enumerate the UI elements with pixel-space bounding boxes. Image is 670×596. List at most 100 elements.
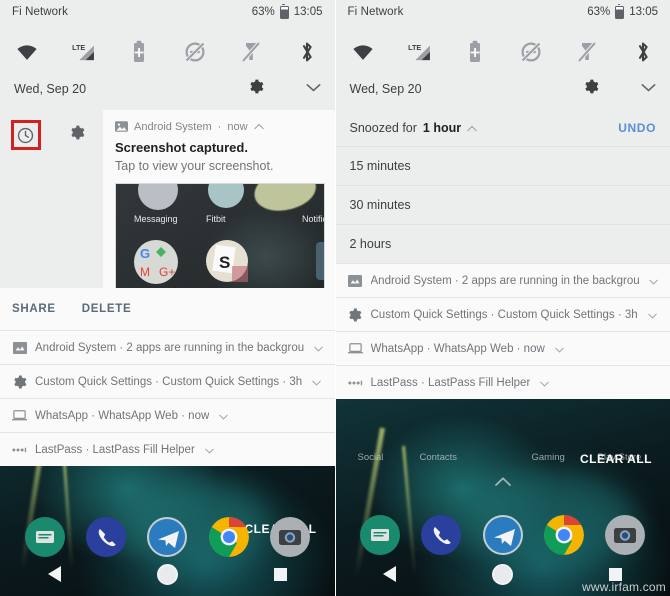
chevron-down-icon[interactable] [219, 407, 229, 425]
gear-icon[interactable] [249, 79, 264, 99]
chevron-down-icon[interactable] [540, 374, 550, 392]
flashlight-icon[interactable] [238, 39, 264, 65]
notification-row[interactable]: LastPass · LastPass Fill Helper [335, 365, 670, 399]
chevron-down-icon[interactable] [641, 80, 656, 98]
chevron-down-icon[interactable] [555, 340, 564, 358]
notification-app-name: Android System [134, 120, 212, 133]
snooze-options-list: 15 minutes 30 minutes 2 hours [335, 146, 670, 263]
image-icon [115, 120, 128, 133]
undo-button[interactable]: UNDO [618, 121, 656, 135]
chrome-icon[interactable] [544, 515, 585, 555]
snooze-option[interactable]: 2 hours [335, 224, 670, 263]
folder-label: Social [357, 452, 384, 463]
notification-row[interactable]: LastPass · LastPass Fill Helper [0, 432, 335, 467]
notification-content: Android System · now Screenshot captured… [103, 110, 335, 289]
watermark: www.irfam.com [582, 580, 666, 594]
preview-google-folder-icon: G M G+ [134, 240, 178, 285]
gear-icon [348, 307, 363, 322]
screenshot-preview[interactable]: Messaging Fitbit Notifica G M G+ [115, 183, 325, 289]
chevron-down-icon[interactable] [313, 339, 323, 357]
notification-row[interactable]: Custom Quick Settings · Custom Quick Set… [0, 364, 335, 399]
preview-label: Messaging [134, 214, 178, 225]
notification-shade: Snoozed for 1 hour UNDO 15 minutes 30 min… [335, 110, 670, 399]
delete-button[interactable]: DELETE [82, 303, 132, 315]
snooze-status-value: 1 hour [422, 121, 462, 135]
chevron-up-icon[interactable] [253, 121, 264, 133]
camera-icon[interactable] [605, 515, 646, 555]
telegram-icon[interactable] [147, 517, 188, 557]
do-not-disturb-icon[interactable] [518, 39, 544, 65]
camera-icon[interactable] [269, 517, 310, 557]
snooze-option[interactable]: 30 minutes [335, 185, 670, 224]
notification-row-text: WhatsApp · WhatsApp Web · now [370, 342, 545, 355]
chevron-down-icon[interactable] [647, 306, 657, 324]
chrome-icon[interactable] [208, 517, 249, 557]
do-not-disturb-icon[interactable] [182, 39, 208, 65]
notification-row[interactable]: Android System · 2 apps are running in t… [0, 330, 335, 365]
dots-icon [12, 442, 27, 457]
status-bar: Fi Network 63% 13:05 [335, 0, 670, 24]
clock-label: 13:05 [293, 6, 323, 18]
notification-row-text: Android System · 2 apps are running in t… [370, 274, 640, 287]
snooze-button[interactable] [0, 120, 52, 150]
notification-row[interactable]: WhatsApp · WhatsApp Web · now [335, 331, 670, 365]
telegram-icon[interactable] [482, 515, 523, 555]
wifi-icon[interactable] [14, 39, 40, 65]
notification-settings-button[interactable] [52, 120, 104, 150]
notification-row[interactable]: WhatsApp · WhatsApp Web · now [0, 398, 335, 433]
notification-row-text: LastPass · LastPass Fill Helper [35, 443, 195, 456]
right-phone-panel: Fi Network 63% 13:05 LTE Wed, Sep 20 Sno… [334, 0, 670, 596]
chevron-down-icon[interactable] [649, 272, 658, 290]
battery-percent-label: 63% [587, 6, 611, 18]
messages-icon[interactable] [360, 515, 401, 555]
gear-icon [12, 374, 27, 389]
preview-label: Fitbit [206, 214, 226, 225]
carrier-label: Fi Network [12, 6, 68, 18]
chart-icon [348, 273, 363, 288]
battery-saver-icon[interactable] [462, 39, 488, 65]
chevron-down-icon[interactable] [205, 441, 214, 459]
notification-list: Android System · 2 apps are running in t… [0, 330, 335, 467]
preview-label: Notifica [302, 214, 324, 225]
messages-icon[interactable] [24, 517, 65, 557]
home-button[interactable] [492, 563, 514, 585]
recents-button[interactable] [273, 567, 287, 581]
notification-actions: SHARE DELETE [0, 288, 335, 331]
bluetooth-icon[interactable] [630, 39, 656, 65]
clock-label: 13:05 [629, 6, 658, 18]
home-screen: Social Contacts Gaming Play Store CLEAR … [336, 430, 670, 596]
battery-saver-icon[interactable] [126, 39, 152, 65]
chevron-down-icon[interactable] [312, 373, 321, 391]
svg-text:G+: G+ [159, 265, 175, 279]
app-drawer-handle[interactable] [494, 474, 512, 492]
phone-icon[interactable] [85, 517, 126, 557]
clear-all-button[interactable]: CLEAR ALL [580, 452, 652, 466]
wifi-icon[interactable] [350, 39, 376, 65]
back-button[interactable] [383, 566, 397, 582]
notification-row[interactable]: Custom Quick Settings · Custom Quick Set… [335, 297, 670, 331]
snooze-status-prefix: Snoozed for [349, 121, 417, 135]
chevron-down-icon[interactable] [306, 80, 321, 98]
flashlight-icon[interactable] [574, 39, 600, 65]
notification-row[interactable]: Android System · 2 apps are running in t… [335, 263, 670, 297]
notification-time: now [227, 120, 248, 133]
snooze-option[interactable]: 15 minutes [335, 146, 670, 185]
bluetooth-icon[interactable] [294, 39, 320, 65]
share-button[interactable]: SHARE [12, 303, 56, 315]
mobile-signal-icon[interactable]: LTE [406, 39, 432, 65]
home-button[interactable] [156, 563, 178, 585]
chevron-up-icon[interactable] [467, 121, 477, 135]
mobile-signal-icon[interactable]: LTE [70, 39, 96, 65]
chart-icon [12, 340, 27, 355]
battery-icon [615, 3, 625, 19]
recents-button[interactable] [609, 567, 623, 581]
phone-icon[interactable] [421, 515, 462, 555]
quick-settings: LTE Wed, Sep 20 [335, 24, 670, 110]
gear-icon[interactable] [584, 79, 599, 99]
battery-icon [279, 3, 289, 19]
quick-settings: LTE Wed, Sep 20 [0, 24, 335, 110]
snooze-highlight-box [10, 120, 41, 150]
notification-title: Screenshot captured. [115, 140, 248, 155]
back-button[interactable] [47, 566, 61, 582]
screenshot-notification[interactable]: Android System · now Screenshot captured… [0, 110, 335, 289]
